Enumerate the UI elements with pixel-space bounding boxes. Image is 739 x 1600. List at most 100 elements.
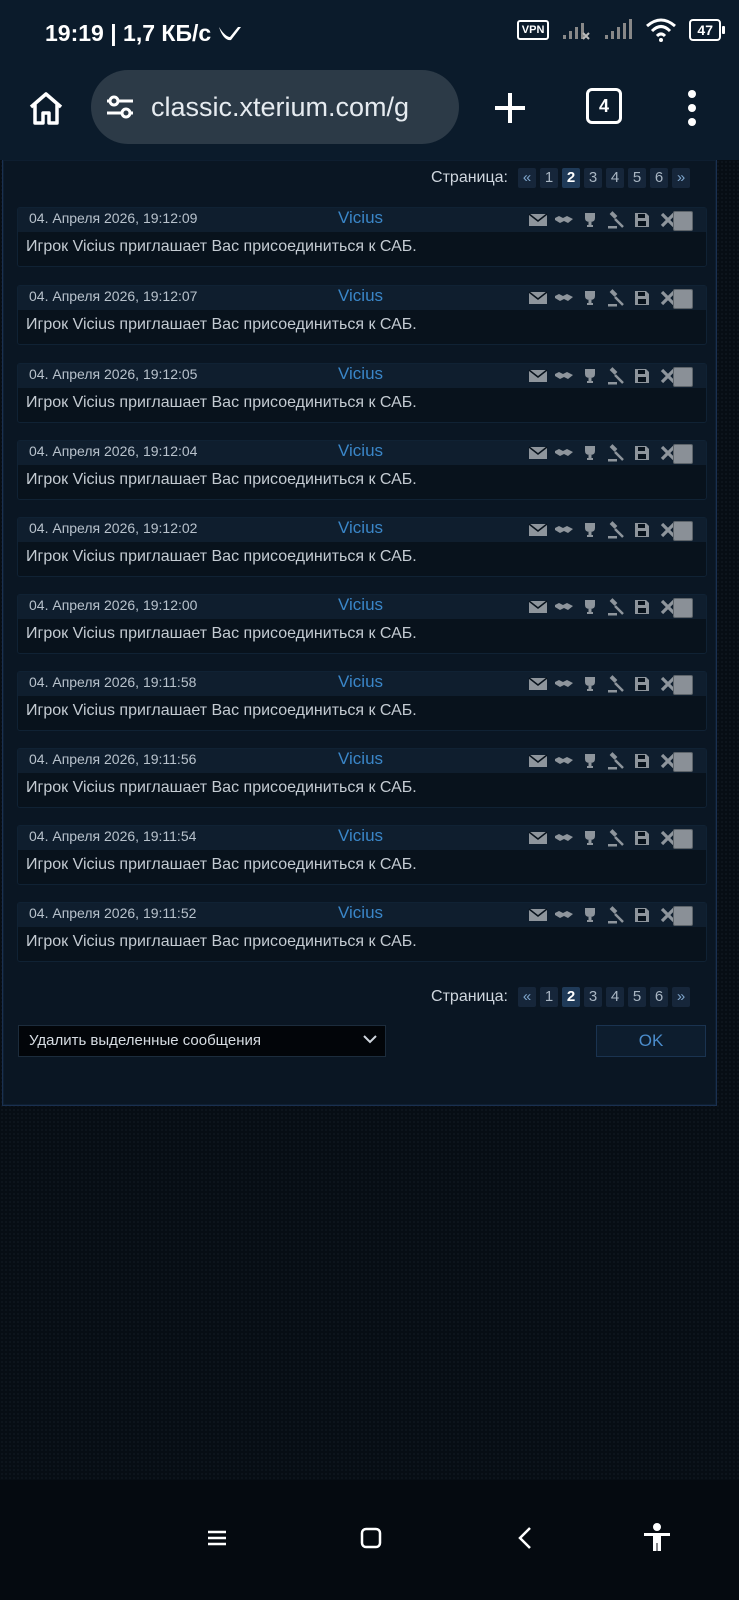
message-sender-link[interactable]: Vicius [338,364,383,384]
trophy-icon[interactable] [580,675,600,693]
bulk-action-select[interactable]: Удалить выделенные сообщения [18,1025,386,1057]
save-icon[interactable] [632,367,652,385]
save-icon[interactable] [632,521,652,539]
page-link-3[interactable]: 3 [584,168,602,188]
accessibility-icon[interactable] [641,1522,673,1554]
mail-icon[interactable] [528,211,548,229]
save-icon[interactable] [632,829,652,847]
home-icon[interactable] [26,88,66,128]
gavel-icon[interactable] [606,752,626,770]
gavel-icon[interactable] [606,367,626,385]
message-select-checkbox[interactable] [673,521,693,541]
site-settings-icon[interactable] [105,93,135,121]
message-sender-link[interactable]: Vicius [338,208,383,228]
mail-icon[interactable] [528,289,548,307]
home-nav-icon[interactable] [357,1524,385,1552]
save-icon[interactable] [632,675,652,693]
handshake-icon[interactable] [554,367,574,385]
page-next-button[interactable]: » [672,987,690,1007]
recent-apps-icon[interactable] [203,1524,231,1552]
trophy-icon[interactable] [580,289,600,307]
page-prev-button[interactable]: « [518,987,536,1007]
mail-icon[interactable] [528,675,548,693]
handshake-icon[interactable] [554,211,574,229]
message-select-checkbox[interactable] [673,598,693,618]
back-icon[interactable] [512,1524,540,1552]
address-bar[interactable]: classic.xterium.com/g [91,70,459,144]
mail-icon[interactable] [528,367,548,385]
trophy-icon[interactable] [580,444,600,462]
gavel-icon[interactable] [606,829,626,847]
tab-switcher-button[interactable]: 4 [586,88,622,124]
trophy-icon[interactable] [580,829,600,847]
gavel-icon[interactable] [606,675,626,693]
save-icon[interactable] [632,444,652,462]
message-select-checkbox[interactable] [673,367,693,387]
save-icon[interactable] [632,211,652,229]
message-date: 04. Апреля 2026, 19:12:00 [29,597,198,613]
page-link-3[interactable]: 3 [584,987,602,1007]
message-sender-link[interactable]: Vicius [338,749,383,769]
gavel-icon[interactable] [606,444,626,462]
gavel-icon[interactable] [606,598,626,616]
page-link-6[interactable]: 6 [650,987,668,1007]
gavel-icon[interactable] [606,211,626,229]
trophy-icon[interactable] [580,521,600,539]
signal-icon [605,19,633,39]
handshake-icon[interactable] [554,444,574,462]
message-sender-link[interactable]: Vicius [338,441,383,461]
message-select-checkbox[interactable] [673,444,693,464]
gavel-icon[interactable] [606,521,626,539]
page-next-button[interactable]: » [672,168,690,188]
mail-icon[interactable] [528,444,548,462]
mail-icon[interactable] [528,829,548,847]
message-select-checkbox[interactable] [673,906,693,926]
save-icon[interactable] [632,752,652,770]
trophy-icon[interactable] [580,752,600,770]
message-select-checkbox[interactable] [673,829,693,849]
handshake-icon[interactable] [554,752,574,770]
page-link-1[interactable]: 1 [540,987,558,1007]
trophy-icon[interactable] [580,906,600,924]
message-sender-link[interactable]: Vicius [338,826,383,846]
message-sender-link[interactable]: Vicius [338,286,383,306]
more-menu-icon[interactable] [682,86,702,130]
page-link-5[interactable]: 5 [628,987,646,1007]
message-select-checkbox[interactable] [673,211,693,231]
handshake-icon[interactable] [554,289,574,307]
save-icon[interactable] [632,289,652,307]
page-prev-button[interactable]: « [518,168,536,188]
page-link-1[interactable]: 1 [540,168,558,188]
page-link-5[interactable]: 5 [628,168,646,188]
handshake-icon[interactable] [554,829,574,847]
gavel-icon[interactable] [606,289,626,307]
ok-button[interactable]: OK [596,1025,706,1057]
mail-icon[interactable] [528,906,548,924]
mail-icon[interactable] [528,598,548,616]
handshake-icon[interactable] [554,906,574,924]
message-select-checkbox[interactable] [673,289,693,309]
page-link-4[interactable]: 4 [606,168,624,188]
message-sender-link[interactable]: Vicius [338,672,383,692]
handshake-icon[interactable] [554,598,574,616]
handshake-icon[interactable] [554,675,574,693]
save-icon[interactable] [632,598,652,616]
handshake-icon[interactable] [554,521,574,539]
page-link-4[interactable]: 4 [606,987,624,1007]
message-sender-link[interactable]: Vicius [338,518,383,538]
gavel-icon[interactable] [606,906,626,924]
save-icon[interactable] [632,906,652,924]
message-select-checkbox[interactable] [673,675,693,695]
new-tab-icon[interactable] [490,88,530,128]
message-text: Игрок Vicius приглашает Вас присоединить… [26,933,417,950]
trophy-icon[interactable] [580,211,600,229]
trophy-icon[interactable] [580,367,600,385]
message-sender-link[interactable]: Vicius [338,903,383,923]
url-text[interactable]: classic.xterium.com/g [151,92,409,123]
page-link-6[interactable]: 6 [650,168,668,188]
message-sender-link[interactable]: Vicius [338,595,383,615]
trophy-icon[interactable] [580,598,600,616]
message-select-checkbox[interactable] [673,752,693,772]
mail-icon[interactable] [528,521,548,539]
mail-icon[interactable] [528,752,548,770]
